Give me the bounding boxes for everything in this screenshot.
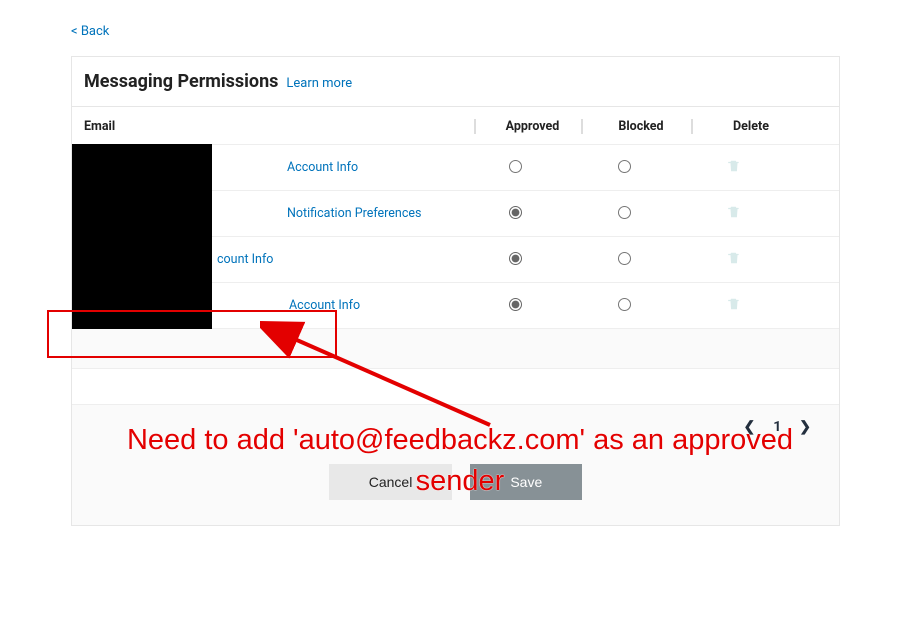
table-row: count Info bbox=[72, 237, 839, 283]
blocked-cell bbox=[569, 296, 679, 315]
redacted-email bbox=[72, 282, 212, 329]
table-header-row: Email Approved Blocked Delete bbox=[72, 107, 839, 145]
blocked-radio[interactable] bbox=[618, 160, 631, 173]
approved-cell bbox=[462, 250, 569, 269]
messaging-permissions-panel: Messaging Permissions Learn more Email A… bbox=[71, 56, 840, 526]
email-detail-link[interactable]: count Info bbox=[217, 252, 273, 267]
email-cell: Account Info bbox=[72, 283, 462, 328]
blocked-radio[interactable] bbox=[618, 206, 631, 219]
approved-cell bbox=[462, 204, 569, 223]
cancel-button[interactable]: Cancel bbox=[329, 464, 453, 500]
approved-cell bbox=[462, 296, 569, 315]
email-cell: count Info bbox=[72, 237, 462, 282]
col-delete: Delete bbox=[691, 119, 801, 134]
email-cell: Notification Preferences bbox=[72, 191, 462, 236]
email-cell: Account Info bbox=[72, 145, 462, 190]
spacer-row bbox=[72, 369, 839, 405]
table-row: Account Info bbox=[72, 145, 839, 191]
email-detail-link[interactable]: Account Info bbox=[289, 298, 360, 313]
blocked-radio[interactable] bbox=[618, 252, 631, 265]
approved-cell bbox=[462, 158, 569, 177]
redacted-email bbox=[72, 236, 212, 283]
col-approved: Approved bbox=[474, 119, 581, 134]
next-page-icon[interactable]: ❯ bbox=[799, 419, 811, 435]
blocked-cell bbox=[569, 250, 679, 269]
prev-page-icon[interactable]: ❮ bbox=[743, 419, 755, 435]
email-detail-link[interactable]: Account Info bbox=[287, 160, 358, 175]
delete-cell bbox=[679, 296, 789, 316]
blocked-cell bbox=[569, 158, 679, 177]
page-number: 1 bbox=[773, 419, 781, 435]
footer-buttons: Cancel Save bbox=[72, 449, 839, 525]
approved-radio[interactable] bbox=[509, 252, 522, 265]
col-blocked: Blocked bbox=[581, 119, 691, 134]
table-row: Account Info bbox=[72, 283, 839, 329]
redacted-email bbox=[72, 144, 212, 191]
blocked-cell bbox=[569, 204, 679, 223]
approved-radio[interactable] bbox=[509, 206, 522, 219]
pagination: ❮ 1 ❯ bbox=[72, 405, 839, 449]
approved-radio[interactable] bbox=[509, 298, 522, 311]
learn-more-link[interactable]: Learn more bbox=[286, 76, 352, 91]
trash-icon[interactable] bbox=[727, 250, 741, 266]
back-link[interactable]: < Back bbox=[71, 24, 109, 39]
email-detail-link[interactable]: Notification Preferences bbox=[287, 206, 421, 221]
approved-radio[interactable] bbox=[509, 160, 522, 173]
panel-header: Messaging Permissions Learn more bbox=[72, 57, 839, 107]
trash-icon[interactable] bbox=[727, 158, 741, 174]
redacted-email bbox=[72, 190, 212, 237]
delete-cell bbox=[679, 158, 789, 178]
trash-icon[interactable] bbox=[727, 204, 741, 220]
delete-cell bbox=[679, 204, 789, 224]
blocked-radio[interactable] bbox=[618, 298, 631, 311]
trash-icon[interactable] bbox=[727, 296, 741, 312]
delete-cell bbox=[679, 250, 789, 270]
save-button[interactable]: Save bbox=[470, 464, 582, 500]
col-email: Email bbox=[84, 119, 474, 134]
add-sender-row[interactable] bbox=[72, 329, 839, 369]
table-row: Notification Preferences bbox=[72, 191, 839, 237]
page-title: Messaging Permissions bbox=[84, 71, 278, 92]
